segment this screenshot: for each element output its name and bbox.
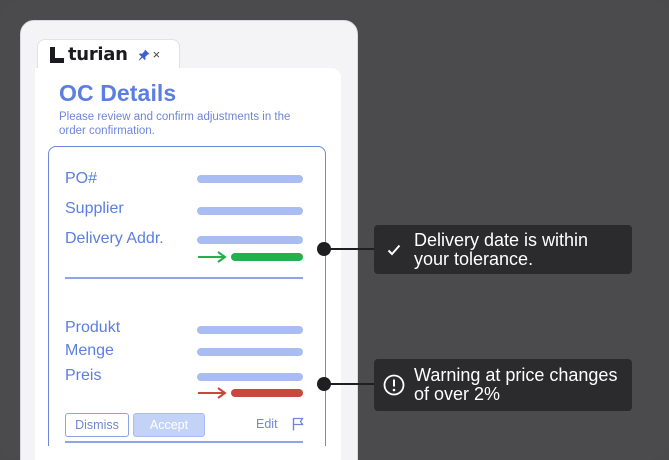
callout-text: Warning at price changes of over 2% (414, 365, 618, 404)
page-subtitle: Please review and confirm adjustments in… (59, 111, 291, 137)
connector-line (328, 248, 375, 250)
edit-link[interactable]: Edit (256, 417, 278, 431)
callout-text: Delivery date is within your tolerance. (414, 229, 589, 269)
flag-icon[interactable] (292, 417, 304, 431)
delivery-address-value-placeholder (197, 236, 303, 244)
turian-logo-mark (50, 46, 64, 63)
arrow-right-icon (198, 387, 227, 399)
delivery-address-label: Delivery Addr. (65, 230, 164, 247)
po-label: PO# (65, 170, 98, 187)
warning-circle-icon (374, 374, 414, 396)
pin-icon[interactable] (138, 49, 150, 61)
price-label: Preis (65, 367, 102, 384)
close-icon[interactable]: × (153, 48, 161, 61)
details-card: PO# Supplier Delivery Addr. Produkt Meng… (48, 146, 326, 446)
browser-panel: turian × OC Details Please review and co… (20, 20, 358, 460)
section-divider (65, 277, 303, 279)
oc-details-content: OC Details Please review and confirm adj… (35, 68, 341, 460)
connector-line (328, 383, 375, 385)
check-icon (374, 244, 414, 256)
price-changed-value (231, 389, 303, 397)
turian-logo: turian (50, 44, 128, 65)
arrow-right-icon (198, 251, 227, 263)
supplier-value-placeholder (197, 207, 303, 215)
quantity-label: Menge (65, 342, 114, 359)
browser-tab[interactable]: turian × (37, 39, 180, 69)
product-label: Produkt (65, 319, 121, 336)
brand-name: turian (68, 44, 128, 65)
price-warning-callout: Warning at price changes of over 2% (374, 359, 632, 411)
supplier-label: Supplier (65, 200, 124, 217)
delivery-address-changed-value (231, 253, 303, 261)
page-title: OC Details (59, 80, 177, 106)
po-value-placeholder (197, 175, 303, 183)
section-divider (65, 441, 303, 443)
quantity-value-placeholder (197, 348, 303, 356)
product-value-placeholder (197, 326, 303, 334)
dismiss-button[interactable]: Dismiss (65, 413, 129, 437)
delivery-tolerance-callout: Delivery date is within your tolerance. (374, 225, 632, 274)
price-value-placeholder (197, 373, 303, 381)
frame: turian × OC Details Please review and co… (0, 0, 669, 460)
accept-button[interactable]: Accept (133, 413, 205, 437)
